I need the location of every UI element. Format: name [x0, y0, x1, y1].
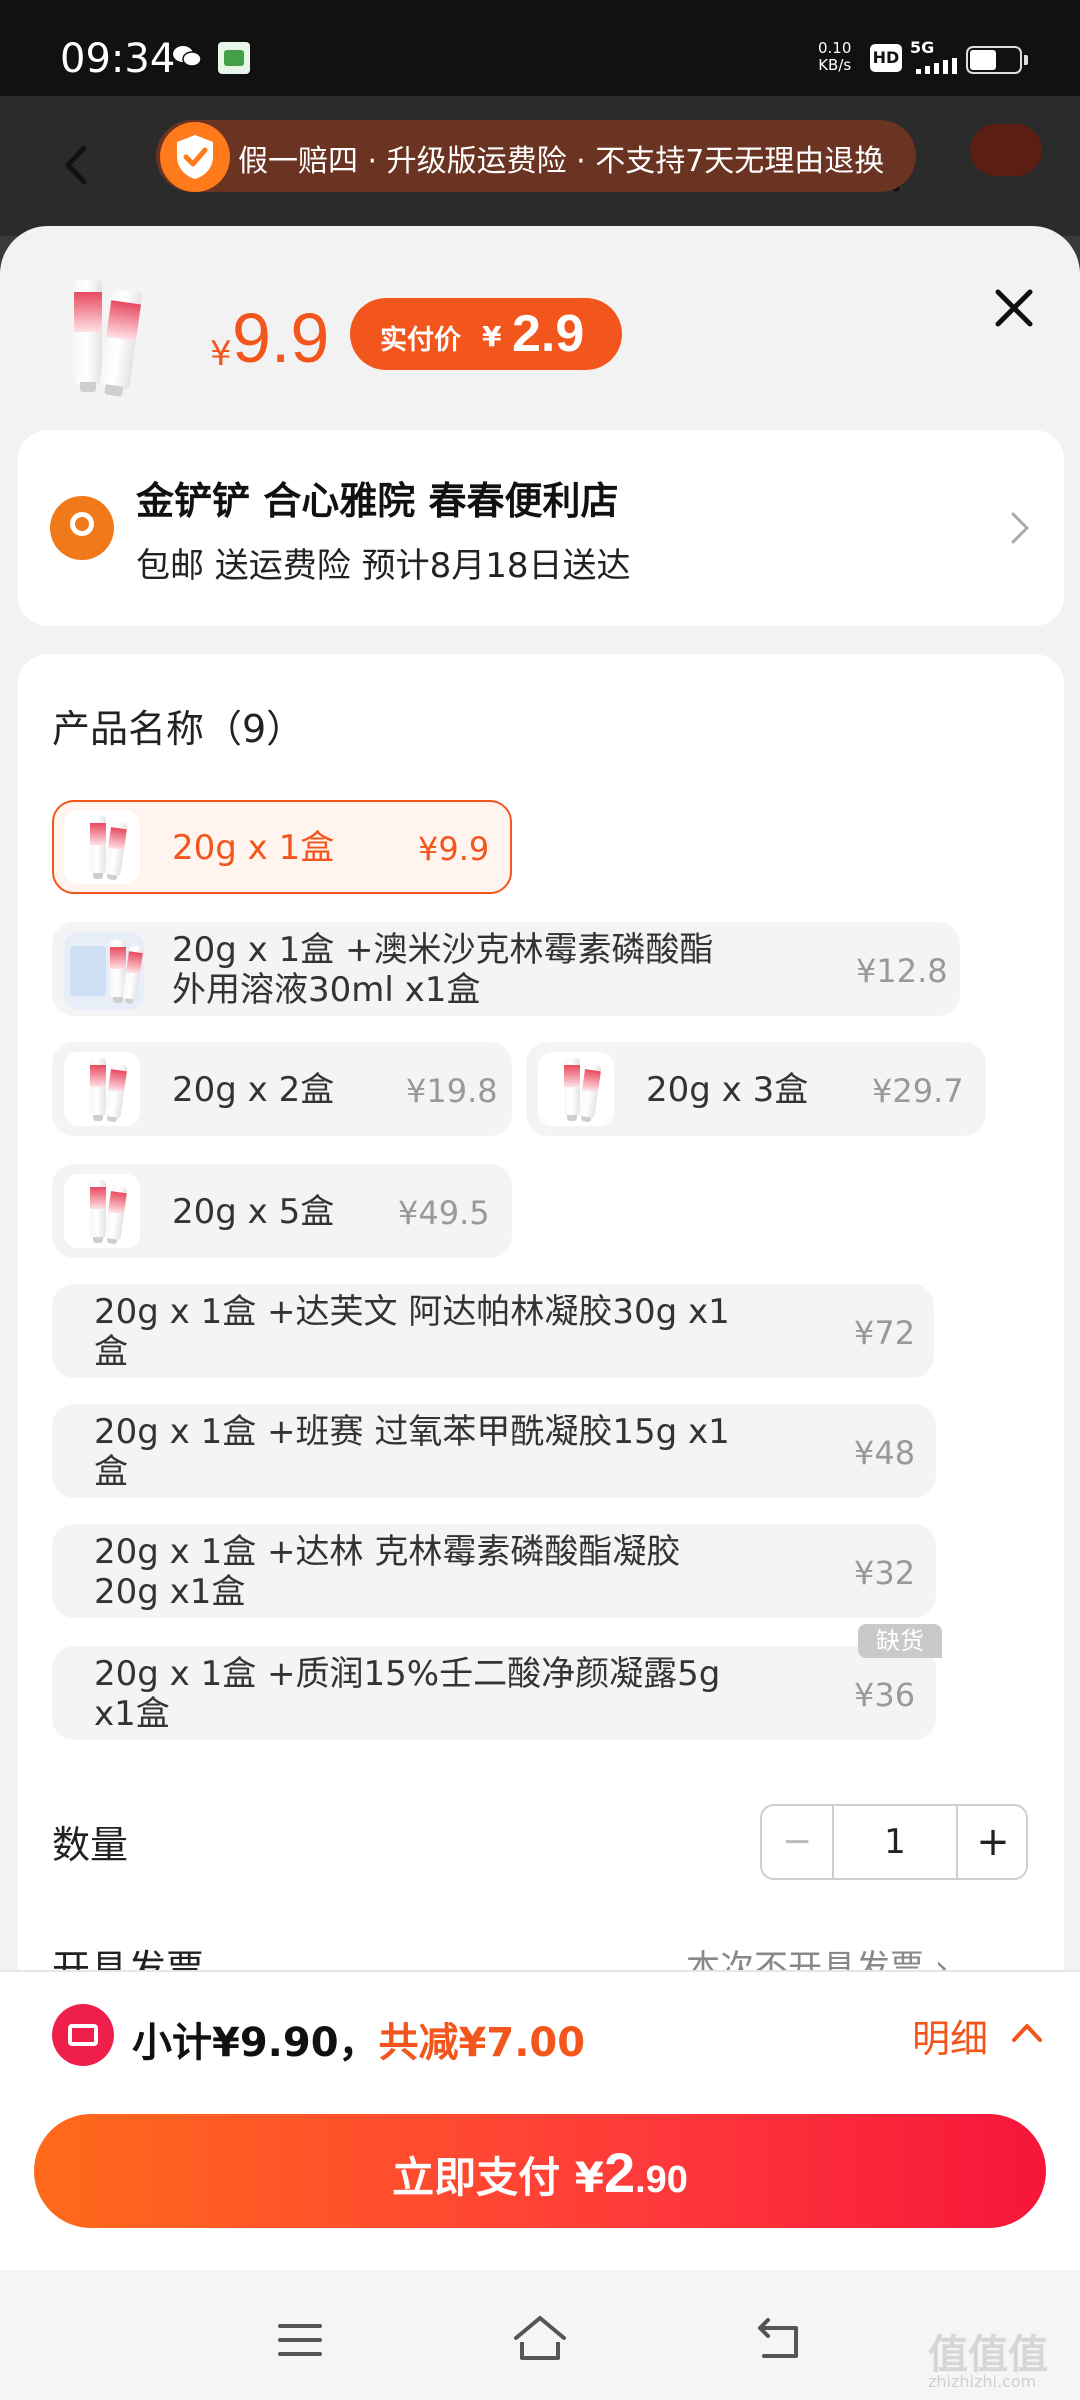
- option-label-line2: 盒: [94, 1332, 128, 1372]
- option-label-line2: 20g x1盒: [94, 1572, 246, 1612]
- guarantee-banner-text: 假一赔四 · 升级版运费险 · 不支持7天无理由退换: [238, 144, 885, 179]
- pay-amount-int: 2: [603, 2141, 636, 2204]
- real-price-currency: ¥: [482, 320, 502, 353]
- delivery-info: 包邮 送运费险 预计8月18日送达: [136, 546, 631, 586]
- coupon-icon: [52, 2004, 114, 2066]
- option-thumbnail: [64, 932, 144, 1010]
- options-title: 产品名称（9）: [52, 707, 305, 751]
- option-20g-1box[interactable]: 20g x 1盒 ¥9.9: [52, 800, 512, 894]
- net-speed: 0.10 KB/s: [818, 40, 851, 74]
- option-price: ¥36: [854, 1676, 916, 1714]
- option-20g-3box[interactable]: 20g x 3盒 ¥29.7: [526, 1042, 986, 1136]
- option-20g-2box[interactable]: 20g x 2盒 ¥19.8: [52, 1042, 512, 1136]
- option-price: ¥12.8: [856, 952, 948, 990]
- address-card[interactable]: [18, 430, 1064, 626]
- option-price: ¥72: [854, 1314, 916, 1352]
- back-icon[interactable]: [754, 2314, 806, 2362]
- battery-tip: [1024, 55, 1028, 65]
- chevron-up-icon[interactable]: [1010, 2020, 1044, 2044]
- option-label-line1: 20g x 1盒 +质润15%壬二酸净颜凝露5g: [94, 1654, 721, 1694]
- option-label: 20g x 2盒: [172, 1070, 335, 1110]
- pay-now-label: 立即支付 ¥2.90: [34, 2140, 1046, 2205]
- option-label-line1: 20g x 1盒 +达林 克林霉素磷酸酯凝胶: [94, 1532, 681, 1572]
- option-label-line1: 20g x 1盒 +达芙文 阿达帕林凝胶30g x1: [94, 1292, 730, 1332]
- quantity-plus-button[interactable]: +: [956, 1806, 1028, 1878]
- price-detail-button[interactable]: 明细: [912, 2008, 988, 2063]
- option-20g-plus-azelaic[interactable]: 20g x 1盒 +质润15%壬二酸净颜凝露5g x1盒 ¥36: [52, 1646, 936, 1740]
- system-nav-bar: 值值值 zhizhizhi.com: [0, 2272, 1080, 2400]
- price-currency: ¥: [210, 334, 232, 374]
- pay-label: 立即支付 ¥: [392, 2153, 604, 2202]
- option-thumbnail: [64, 1174, 140, 1248]
- app-notification-icon: [218, 42, 250, 74]
- option-label: 20g x 1盒: [172, 828, 335, 868]
- pay-now-button[interactable]: 立即支付 ¥2.90: [34, 2114, 1046, 2228]
- quantity-input[interactable]: 1: [834, 1806, 956, 1878]
- real-price-badge: 实付价 ¥ 2.9: [350, 298, 622, 370]
- option-label-line1: 20g x 1盒 +澳米沙克林霉素磷酸酯: [172, 930, 714, 970]
- option-thumbnail: [538, 1052, 614, 1126]
- chevron-right-icon[interactable]: [1008, 510, 1032, 546]
- option-thumbnail: [64, 810, 140, 884]
- option-label: 20g x 3盒: [646, 1070, 809, 1110]
- quantity-minus-button[interactable]: −: [762, 1806, 834, 1878]
- signal-icon: [916, 58, 957, 74]
- wechat-icon: [173, 46, 202, 67]
- battery-icon: [966, 46, 1022, 74]
- option-label-line1: 20g x 1盒 +班赛 过氧苯甲酰凝胶15g x1: [94, 1412, 730, 1452]
- address-name: 金铲铲 合心雅院 春春便利店: [136, 479, 619, 523]
- quantity-stepper: − 1 +: [760, 1804, 1028, 1880]
- subtotal-summary: 小计¥9.90，共减¥7.00: [132, 2010, 585, 2068]
- close-icon[interactable]: [986, 280, 1042, 336]
- option-20g-plus-benzoyl[interactable]: 20g x 1盒 +班赛 过氧苯甲酰凝胶15g x1 盒 ¥48: [52, 1404, 936, 1498]
- net-speed-unit: KB/s: [818, 56, 852, 74]
- option-thumbnail: [64, 1052, 140, 1126]
- subtotal-text: 小计¥9.90，: [132, 2020, 379, 2066]
- saving-text: 共减¥7.00: [378, 2020, 586, 2066]
- option-label-line2: x1盒: [94, 1694, 170, 1734]
- product-price: 9.9: [232, 299, 330, 377]
- option-20g-1box-plus-solution[interactable]: 20g x 1盒 +澳米沙克林霉素磷酸酯 外用溶液30ml x1盒 ¥12.8: [52, 922, 960, 1016]
- real-price-label: 实付价: [380, 325, 461, 356]
- shop-avatar[interactable]: [970, 124, 1042, 176]
- real-price-value: 2.9: [512, 305, 585, 363]
- watermark-url: zhizhizhi.com: [928, 2372, 1037, 2391]
- option-20g-plus-adapalene[interactable]: 20g x 1盒 +达芙文 阿达帕林凝胶30g x1 盒 ¥72: [52, 1284, 934, 1378]
- home-icon[interactable]: [510, 2312, 570, 2364]
- menu-icon[interactable]: [276, 2320, 324, 2360]
- option-price: ¥48: [854, 1434, 916, 1472]
- option-20g-plus-clindamycin-gel[interactable]: 20g x 1盒 +达林 克林霉素磷酸酯凝胶 20g x1盒 ¥32: [52, 1524, 936, 1618]
- pay-amount-dec: .90: [635, 2159, 688, 2201]
- option-price: ¥49.5: [398, 1194, 490, 1232]
- back-arrow-icon[interactable]: [56, 140, 96, 190]
- option-20g-5box[interactable]: 20g x 5盒 ¥49.5: [52, 1164, 512, 1258]
- quantity-label: 数量: [52, 1823, 129, 1867]
- net-speed-value: 0.10: [818, 39, 852, 57]
- option-price: ¥29.7: [872, 1072, 964, 1110]
- option-price: ¥9.9: [418, 830, 490, 868]
- status-time: 09:34: [60, 36, 176, 82]
- option-price: ¥32: [854, 1554, 916, 1592]
- location-pin-icon: [50, 496, 114, 560]
- option-price: ¥19.8: [406, 1072, 498, 1110]
- network-type: 5G: [910, 38, 935, 57]
- option-label: 20g x 5盒: [172, 1192, 335, 1232]
- sold-out-badge: 缺货: [858, 1624, 942, 1658]
- status-bar: 09:34 0.10 KB/s HD 5G: [0, 0, 1080, 96]
- hd-badge: HD: [870, 44, 902, 72]
- option-label-line2: 外用溶液30ml x1盒: [172, 970, 481, 1010]
- product-thumbnail[interactable]: [28, 262, 170, 404]
- shield-check-icon: [160, 122, 230, 192]
- option-label-line2: 盒: [94, 1452, 128, 1492]
